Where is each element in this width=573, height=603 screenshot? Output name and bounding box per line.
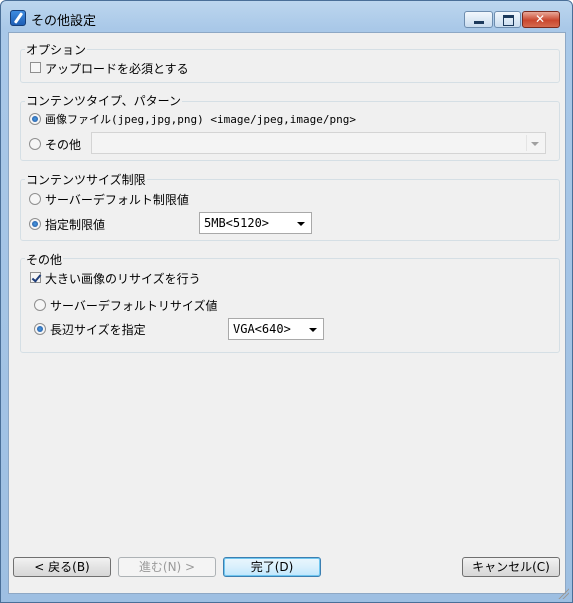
long-side-value: VGA<640> <box>233 322 291 336</box>
other-type-combobox[interactable] <box>91 132 546 154</box>
title-bar[interactable]: その他設定 <box>1 1 572 31</box>
long-side-label[interactable]: 長辺サイズを指定 <box>50 321 146 338</box>
next-button[interactable]: 進む(N) > <box>118 557 216 577</box>
minimize-button[interactable] <box>464 11 493 28</box>
size-limit-select[interactable]: 5MB<5120> <box>199 212 312 234</box>
other-type-label[interactable]: その他 <box>45 136 81 153</box>
dropdown-arrow-icon <box>309 328 317 332</box>
size-limit-value: 5MB<5120> <box>204 216 270 230</box>
resize-grip-icon[interactable] <box>557 587 569 599</box>
other-legend: その他 <box>25 251 64 268</box>
back-button[interactable]: < 戻る(B) <box>13 557 111 577</box>
long-side-select[interactable]: VGA<640> <box>228 318 324 340</box>
require-upload-label[interactable]: アップロードを必須とする <box>45 60 189 77</box>
server-default-limit-radio[interactable] <box>29 193 41 205</box>
server-default-resize-label[interactable]: サーバーデフォルトリサイズ値 <box>50 297 218 314</box>
cancel-button[interactable]: キャンセル(C) <box>462 557 560 577</box>
resize-large-checkbox[interactable] <box>30 272 41 283</box>
image-file-label[interactable]: 画像ファイル(jpeg,jpg,png) <image/jpeg,image/p… <box>45 111 356 127</box>
size-limit-legend: コンテンツサイズ制限 <box>25 171 147 188</box>
server-default-resize-radio[interactable] <box>34 299 46 311</box>
image-file-radio[interactable] <box>29 113 41 125</box>
dropdown-arrow-icon <box>297 222 305 226</box>
dialog-body: オプション アップロードを必須とする コンテンツタイプ、パターン 画像ファイル(… <box>8 32 566 594</box>
finish-button[interactable]: 完了(D) <box>223 557 321 577</box>
resize-large-label[interactable]: 大きい画像のリサイズを行う <box>45 270 201 287</box>
dropdown-arrow-icon <box>531 142 539 146</box>
specified-limit-radio[interactable] <box>29 218 41 230</box>
other-type-radio[interactable] <box>29 138 41 150</box>
maximize-button[interactable] <box>494 11 521 28</box>
dialog-window: その他設定 オプション アップロードを必須とする コンテンツタイプ、パターン 画… <box>0 0 573 603</box>
long-side-radio[interactable] <box>34 323 46 335</box>
options-legend: オプション <box>25 41 88 58</box>
specified-limit-label[interactable]: 指定制限値 <box>45 216 105 233</box>
server-default-limit-label[interactable]: サーバーデフォルト制限値 <box>45 191 189 208</box>
close-button[interactable] <box>522 11 560 28</box>
require-upload-checkbox[interactable] <box>30 62 41 73</box>
content-type-legend: コンテンツタイプ、パターン <box>25 92 183 109</box>
window-title: その他設定 <box>31 14 97 29</box>
app-icon <box>10 10 26 26</box>
